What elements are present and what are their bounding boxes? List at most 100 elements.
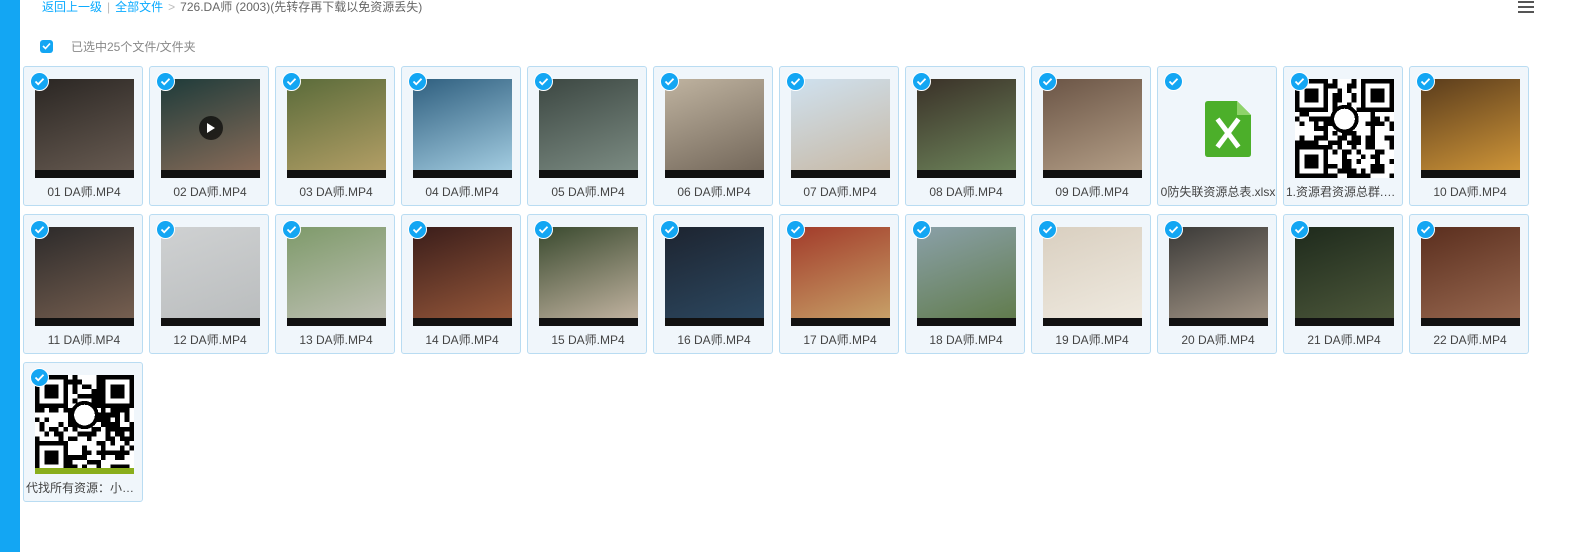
file-checkbox[interactable] (660, 72, 679, 91)
subtitle-bar (539, 170, 638, 178)
subtitle-bar (287, 318, 386, 326)
subtitle-bar (665, 318, 764, 326)
file-tile[interactable]: 05 DA师.MP4 (527, 66, 647, 206)
file-checkbox[interactable] (30, 220, 49, 239)
file-name: 0防失联资源总表.xlsx (1160, 185, 1276, 199)
check-icon (1042, 78, 1053, 86)
file-tile[interactable]: 16 DA师.MP4 (653, 214, 773, 354)
file-checkbox[interactable] (660, 220, 679, 239)
file-checkbox[interactable] (534, 220, 553, 239)
subtitle-bar (1043, 170, 1142, 178)
file-tile[interactable]: 21 DA师.MP4 (1283, 214, 1403, 354)
check-icon (1042, 226, 1053, 234)
scrollbar[interactable] (1568, 0, 1592, 552)
check-icon (538, 226, 549, 234)
green-strip (35, 468, 134, 474)
file-name: 03 DA师.MP4 (299, 185, 373, 199)
video-thumbnail (665, 79, 764, 178)
file-tile[interactable]: 01 DA师.MP4 (23, 66, 143, 206)
file-checkbox[interactable] (408, 72, 427, 91)
file-tile[interactable]: 03 DA师.MP4 (275, 66, 395, 206)
file-checkbox[interactable] (30, 72, 49, 91)
file-checkbox[interactable] (1416, 72, 1435, 91)
file-checkbox[interactable] (1038, 220, 1057, 239)
check-icon (916, 226, 927, 234)
file-checkbox[interactable] (534, 72, 553, 91)
file-tile[interactable]: 18 DA师.MP4 (905, 214, 1025, 354)
file-checkbox[interactable] (786, 72, 805, 91)
file-tile[interactable]: 15 DA师.MP4 (527, 214, 647, 354)
subtitle-bar (287, 170, 386, 178)
file-tile[interactable]: 06 DA师.MP4 (653, 66, 773, 206)
check-icon (34, 78, 45, 86)
file-checkbox[interactable] (408, 220, 427, 239)
file-checkbox[interactable] (1038, 72, 1057, 91)
file-tile[interactable]: 09 DA师.MP4 (1031, 66, 1151, 206)
video-thumbnail (1043, 227, 1142, 326)
file-name: 14 DA师.MP4 (425, 333, 499, 347)
file-checkbox[interactable] (1416, 220, 1435, 239)
file-checkbox[interactable] (282, 220, 301, 239)
file-tile[interactable]: 10 DA师.MP4 (1409, 66, 1529, 206)
file-checkbox[interactable] (156, 220, 175, 239)
file-checkbox[interactable] (1164, 72, 1183, 91)
file-checkbox[interactable] (1164, 220, 1183, 239)
video-thumbnail (917, 79, 1016, 178)
check-icon (1168, 226, 1179, 234)
breadcrumb-separator: | (107, 0, 111, 14)
file-name: 17 DA师.MP4 (803, 333, 877, 347)
file-tile[interactable]: 19 DA师.MP4 (1031, 214, 1151, 354)
back-link[interactable]: 返回上一级 (42, 0, 102, 14)
subtitle-bar (539, 318, 638, 326)
file-tile[interactable]: 08 DA师.MP4 (905, 66, 1025, 206)
menu-icon[interactable] (1518, 0, 1536, 16)
file-tile[interactable]: 0防失联资源总表.xlsx (1157, 66, 1277, 206)
video-thumbnail (161, 227, 260, 326)
file-name: 20 DA师.MP4 (1181, 333, 1255, 347)
check-icon (664, 78, 675, 86)
file-tile[interactable]: 11 DA师.MP4 (23, 214, 143, 354)
file-tile[interactable]: 12 DA师.MP4 (149, 214, 269, 354)
video-thumbnail (917, 227, 1016, 326)
file-tile[interactable]: 20 DA师.MP4 (1157, 214, 1277, 354)
file-checkbox[interactable] (912, 72, 931, 91)
file-checkbox[interactable] (282, 72, 301, 91)
play-icon[interactable] (199, 116, 223, 140)
all-files-link[interactable]: 全部文件 (115, 0, 163, 14)
current-folder: 726.DA师 (2003)(先转存再下载以免资源丢失) (180, 0, 423, 14)
video-thumbnail (35, 227, 134, 326)
check-icon (916, 78, 927, 86)
check-icon (160, 78, 171, 86)
subtitle-bar (413, 318, 512, 326)
qr-code-image (35, 375, 134, 474)
file-checkbox[interactable] (30, 368, 49, 387)
file-tile[interactable]: 22 DA师.MP4 (1409, 214, 1529, 354)
file-tile[interactable]: 17 DA师.MP4 (779, 214, 899, 354)
subtitle-bar (791, 170, 890, 178)
video-thumbnail (1295, 227, 1394, 326)
file-tile[interactable]: 代找所有资源：小程序.png (23, 362, 143, 502)
file-tile[interactable]: 07 DA师.MP4 (779, 66, 899, 206)
select-all-checkbox[interactable] (40, 39, 53, 53)
file-tile[interactable]: 13 DA师.MP4 (275, 214, 395, 354)
subtitle-bar (1295, 318, 1394, 326)
file-tile[interactable]: 14 DA师.MP4 (401, 214, 521, 354)
video-thumbnail (791, 227, 890, 326)
file-tile[interactable]: 04 DA师.MP4 (401, 66, 521, 206)
video-thumbnail (1421, 227, 1520, 326)
file-name: 代找所有资源：小程序.png (26, 481, 142, 495)
check-icon (1420, 78, 1431, 86)
video-thumbnail (413, 227, 512, 326)
check-icon (412, 226, 423, 234)
subtitle-bar (1421, 318, 1520, 326)
file-tile[interactable]: 02 DA师.MP4 (149, 66, 269, 206)
check-icon (160, 226, 171, 234)
check-icon (34, 374, 45, 382)
file-checkbox[interactable] (1290, 72, 1309, 91)
file-checkbox[interactable] (912, 220, 931, 239)
file-checkbox[interactable] (156, 72, 175, 91)
file-tile[interactable]: 1.资源君资源总群.png (1283, 66, 1403, 206)
file-checkbox[interactable] (1290, 220, 1309, 239)
video-thumbnail (791, 79, 890, 178)
file-checkbox[interactable] (786, 220, 805, 239)
